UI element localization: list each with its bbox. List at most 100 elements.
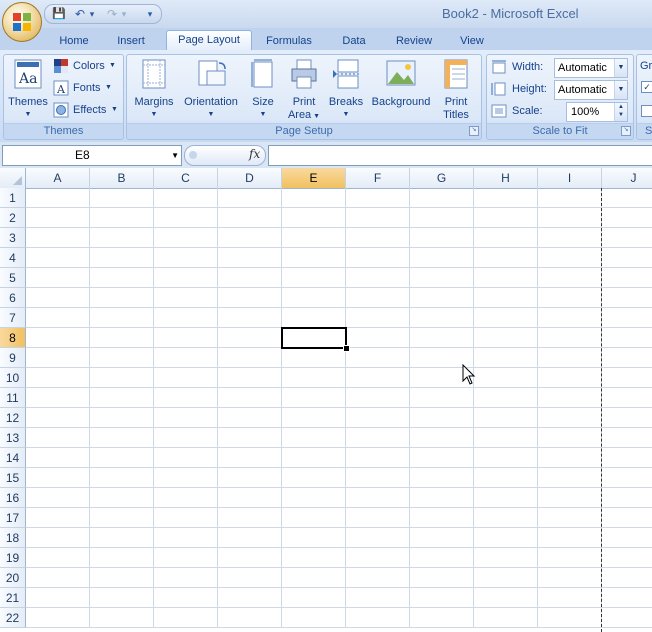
cell-f12[interactable] [346,408,410,428]
cell-b18[interactable] [90,528,154,548]
cell-g15[interactable] [410,468,474,488]
cell-b4[interactable] [90,248,154,268]
tab-insert[interactable]: Insert [108,32,154,50]
row-header-15[interactable]: 15 [0,468,26,488]
cell-g3[interactable] [410,228,474,248]
row-header-5[interactable]: 5 [0,268,26,288]
cell-a15[interactable] [26,468,90,488]
cell-h3[interactable] [474,228,538,248]
cell-h17[interactable] [474,508,538,528]
gridlines-view-checkbox[interactable]: ✓ [641,81,652,93]
cell-c17[interactable] [154,508,218,528]
width-select[interactable]: Automatic ▼ [554,58,628,78]
cell-i7[interactable] [538,308,602,328]
column-header-h[interactable]: H [474,168,538,188]
cell-e7[interactable] [282,308,346,328]
cell-j22[interactable] [602,608,652,628]
cell-a18[interactable] [26,528,90,548]
cell-h2[interactable] [474,208,538,228]
cell-d5[interactable] [218,268,282,288]
cell-b3[interactable] [90,228,154,248]
cell-h4[interactable] [474,248,538,268]
cell-i13[interactable] [538,428,602,448]
cell-f1[interactable] [346,188,410,208]
width-dropdown-icon[interactable]: ▼ [614,59,627,77]
cell-d3[interactable] [218,228,282,248]
cell-h11[interactable] [474,388,538,408]
cell-i15[interactable] [538,468,602,488]
cell-g17[interactable] [410,508,474,528]
cell-h18[interactable] [474,528,538,548]
cell-h20[interactable] [474,568,538,588]
cell-a17[interactable] [26,508,90,528]
cell-c6[interactable] [154,288,218,308]
cell-e12[interactable] [282,408,346,428]
cell-a13[interactable] [26,428,90,448]
cell-i14[interactable] [538,448,602,468]
page-setup-launcher-icon[interactable]: ↘ [469,126,479,136]
cell-d8[interactable] [218,328,282,348]
cell-e10[interactable] [282,368,346,388]
scale-spinner[interactable]: 100% ▲ ▼ [566,102,628,122]
column-header-e[interactable]: E [282,168,346,188]
cell-j12[interactable] [602,408,652,428]
cell-f18[interactable] [346,528,410,548]
cell-e6[interactable] [282,288,346,308]
select-all-button[interactable] [0,168,26,188]
cell-c15[interactable] [154,468,218,488]
cell-j5[interactable] [602,268,652,288]
height-select[interactable]: Automatic ▼ [554,80,628,100]
cell-i3[interactable] [538,228,602,248]
row-header-4[interactable]: 4 [0,248,26,268]
row-header-10[interactable]: 10 [0,368,26,388]
gridlines-print-checkbox[interactable] [641,105,652,117]
cell-h9[interactable] [474,348,538,368]
cell-i21[interactable] [538,588,602,608]
cell-i9[interactable] [538,348,602,368]
cell-h12[interactable] [474,408,538,428]
cell-d19[interactable] [218,548,282,568]
name-box[interactable]: E8 ▼ [2,145,182,166]
cell-f14[interactable] [346,448,410,468]
cell-f19[interactable] [346,548,410,568]
cell-f15[interactable] [346,468,410,488]
cell-e17[interactable] [282,508,346,528]
cell-h19[interactable] [474,548,538,568]
cell-j8[interactable] [602,328,652,348]
cell-c16[interactable] [154,488,218,508]
cell-f17[interactable] [346,508,410,528]
tab-page-layout[interactable]: Page Layout [166,30,252,51]
cell-c2[interactable] [154,208,218,228]
cell-g22[interactable] [410,608,474,628]
cell-g1[interactable] [410,188,474,208]
cell-g4[interactable] [410,248,474,268]
cell-i16[interactable] [538,488,602,508]
cell-g21[interactable] [410,588,474,608]
cell-h8[interactable] [474,328,538,348]
cell-b15[interactable] [90,468,154,488]
cell-c11[interactable] [154,388,218,408]
cell-d22[interactable] [218,608,282,628]
height-dropdown-icon[interactable]: ▼ [614,81,627,99]
cell-c8[interactable] [154,328,218,348]
cell-b1[interactable] [90,188,154,208]
insert-function-icon[interactable]: fx [249,147,260,161]
row-header-21[interactable]: 21 [0,588,26,608]
row-header-7[interactable]: 7 [0,308,26,328]
cell-f20[interactable] [346,568,410,588]
cell-h7[interactable] [474,308,538,328]
save-icon[interactable]: 💾 [51,6,67,22]
cell-i6[interactable] [538,288,602,308]
cell-e5[interactable] [282,268,346,288]
cell-h15[interactable] [474,468,538,488]
cell-b6[interactable] [90,288,154,308]
cell-j9[interactable] [602,348,652,368]
cell-e20[interactable] [282,568,346,588]
row-header-14[interactable]: 14 [0,448,26,468]
cell-e9[interactable] [282,348,346,368]
cell-a21[interactable] [26,588,90,608]
cell-j15[interactable] [602,468,652,488]
cell-j14[interactable] [602,448,652,468]
effects-button[interactable]: Effects ▼ [53,100,121,120]
cell-i19[interactable] [538,548,602,568]
